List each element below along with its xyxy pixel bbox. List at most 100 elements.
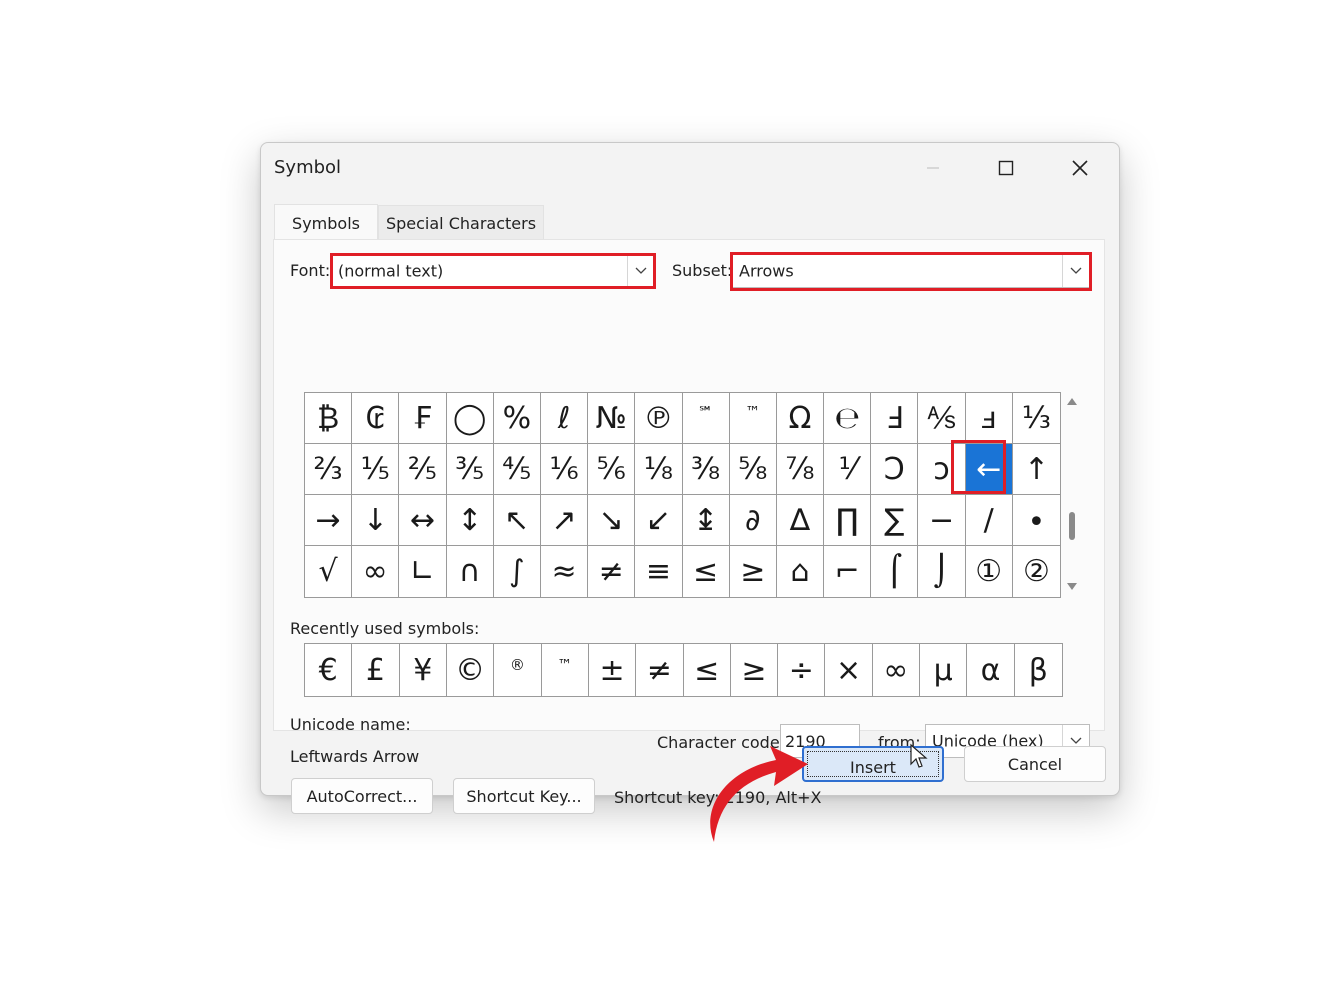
recent-symbol-cell[interactable]: ™ <box>542 644 589 696</box>
symbol-cell[interactable]: ⅛ <box>635 444 683 495</box>
symbol-cell[interactable]: ← <box>965 444 1013 495</box>
recent-symbol-cell[interactable]: × <box>825 644 873 696</box>
cancel-button[interactable]: Cancel <box>964 746 1106 782</box>
shortcut-key-button[interactable]: Shortcut Key... <box>453 778 595 814</box>
recent-symbol-cell[interactable]: ® <box>494 644 542 696</box>
symbol-cell[interactable]: ⅍ <box>918 393 966 444</box>
symbol-cell[interactable]: ₣ <box>399 393 447 444</box>
symbol-cell[interactable]: ⅟ <box>824 444 872 495</box>
symbol-cell[interactable]: ∞ <box>352 546 400 597</box>
subset-select[interactable]: Arrows <box>732 254 1090 288</box>
recent-symbol-cell[interactable]: ÷ <box>778 644 826 696</box>
recent-symbol-cell[interactable]: ≠ <box>636 644 684 696</box>
recent-symbol-cell[interactable]: ¥ <box>400 644 447 696</box>
symbol-cell[interactable]: ₿ <box>305 393 353 444</box>
symbol-cell[interactable]: ⅝ <box>729 444 777 495</box>
symbol-cell[interactable]: ↕ <box>446 495 494 546</box>
symbol-cell[interactable]: ↨ <box>682 495 730 546</box>
symbol-cell[interactable]: ↔ <box>399 495 447 546</box>
recent-symbol-cell[interactable]: ∞ <box>873 644 921 696</box>
symbol-cell[interactable]: ◯ <box>446 393 494 444</box>
symbol-cell[interactable]: ≥ <box>730 546 777 597</box>
symbol-cell[interactable]: ⅘ <box>493 444 541 495</box>
symbol-cell[interactable]: Ω <box>776 393 825 444</box>
chevron-down-icon <box>635 267 647 274</box>
symbol-cell[interactable]: ∟ <box>399 546 447 597</box>
symbol-cell[interactable]: ⅞ <box>776 444 825 495</box>
symbol-grid-scrollbar[interactable] <box>1064 392 1080 598</box>
recent-symbol-cell[interactable]: β <box>1015 644 1062 696</box>
symbol-cell[interactable]: ™ <box>729 393 777 444</box>
symbol-cell[interactable]: ⅖ <box>399 444 447 495</box>
symbol-cell[interactable]: Ⅎ <box>871 393 919 444</box>
symbol-cell[interactable]: ∑ <box>871 495 919 546</box>
symbol-cell[interactable]: ≈ <box>541 546 589 597</box>
font-select[interactable]: (normal text) <box>331 254 655 288</box>
symbol-cell[interactable]: ∕ <box>965 495 1013 546</box>
symbol-cell[interactable]: ↖ <box>493 495 541 546</box>
symbol-cell[interactable]: ⅜ <box>682 444 730 495</box>
symbol-cell[interactable]: № <box>588 393 636 444</box>
symbol-cell[interactable]: ≡ <box>635 546 683 597</box>
symbol-cell[interactable]: ② <box>1013 546 1060 597</box>
symbol-cell[interactable]: ∫ <box>494 546 541 597</box>
font-dropdown-button[interactable] <box>627 255 654 287</box>
symbol-cell[interactable]: ℮ <box>824 393 872 444</box>
symbol-cell[interactable]: ⌡ <box>918 546 966 597</box>
scroll-down-icon[interactable] <box>1067 583 1077 590</box>
close-button[interactable] <box>1060 153 1100 183</box>
symbol-cell[interactable]: ∏ <box>824 495 872 546</box>
symbol-cell[interactable]: ℠ <box>682 393 730 444</box>
symbol-cell[interactable]: ≠ <box>588 546 636 597</box>
subset-dropdown-button[interactable] <box>1062 255 1089 287</box>
recent-symbol-cell[interactable]: ± <box>589 644 637 696</box>
symbol-cell[interactable]: ⅕ <box>352 444 400 495</box>
symbol-cell[interactable]: − <box>918 495 966 546</box>
symbol-cell[interactable]: Ↄ <box>871 444 919 495</box>
recent-symbol-cell[interactable]: © <box>447 644 495 696</box>
autocorrect-button[interactable]: AutoCorrect... <box>291 778 433 814</box>
symbol-cell[interactable]: ⌐ <box>824 546 872 597</box>
symbol-cell[interactable]: ① <box>966 546 1013 597</box>
mouse-pointer-icon <box>910 743 928 768</box>
symbol-cell[interactable]: ∩ <box>447 546 494 597</box>
symbol-cell[interactable]: ↑ <box>1012 444 1060 495</box>
symbol-cell[interactable]: ↄ <box>918 444 966 495</box>
recent-symbol-cell[interactable]: € <box>305 644 353 696</box>
recent-symbol-cell[interactable]: µ <box>920 644 968 696</box>
minimize-button[interactable] <box>913 153 953 183</box>
symbol-cell[interactable]: ℓ <box>540 393 589 444</box>
tab-symbols[interactable]: Symbols <box>274 204 378 241</box>
symbol-cell[interactable]: ≤ <box>683 546 730 597</box>
close-icon <box>1072 160 1088 176</box>
symbol-cell[interactable]: ⅚ <box>588 444 636 495</box>
symbol-cell[interactable]: ↘ <box>588 495 636 546</box>
symbol-cell[interactable]: ⅗ <box>446 444 494 495</box>
tab-special-characters[interactable]: Special Characters <box>378 205 544 240</box>
symbol-cell[interactable]: ℗ <box>635 393 683 444</box>
scroll-thumb[interactable] <box>1069 512 1075 540</box>
maximize-button[interactable] <box>986 153 1026 183</box>
symbols-panel: Font: (normal text) Subset: Arrows ₿ ₢ ₣ ◯%… <box>273 239 1105 814</box>
symbol-cell[interactable]: → <box>305 495 353 546</box>
symbol-cell[interactable]: ⅙ <box>540 444 589 495</box>
symbol-cell[interactable]: √ <box>305 546 353 597</box>
symbol-cell[interactable]: ⅓ <box>1012 393 1060 444</box>
symbol-cell[interactable]: ⌂ <box>777 546 825 597</box>
recent-symbol-cell[interactable]: ≥ <box>731 644 779 696</box>
symbol-cell[interactable]: ⌠ <box>871 546 919 597</box>
symbol-cell[interactable]: ∂ <box>729 495 777 546</box>
symbol-cell[interactable]: ⅎ <box>965 393 1013 444</box>
symbol-cell[interactable]: ∙ <box>1012 495 1060 546</box>
symbol-cell[interactable]: ∆ <box>776 495 825 546</box>
symbol-cell[interactable]: ⅔ <box>305 444 353 495</box>
symbol-cell[interactable]: ↙ <box>635 495 683 546</box>
symbol-cell[interactable]: ↗ <box>540 495 589 546</box>
recent-symbol-cell[interactable]: £ <box>352 644 400 696</box>
symbol-cell[interactable]: ↓ <box>352 495 400 546</box>
symbol-cell[interactable]: ₢ <box>352 393 400 444</box>
scroll-up-icon[interactable] <box>1067 398 1077 405</box>
recent-symbol-cell[interactable]: ≤ <box>684 644 731 696</box>
recent-symbol-cell[interactable]: α <box>967 644 1015 696</box>
symbol-cell[interactable]: % <box>493 393 541 444</box>
